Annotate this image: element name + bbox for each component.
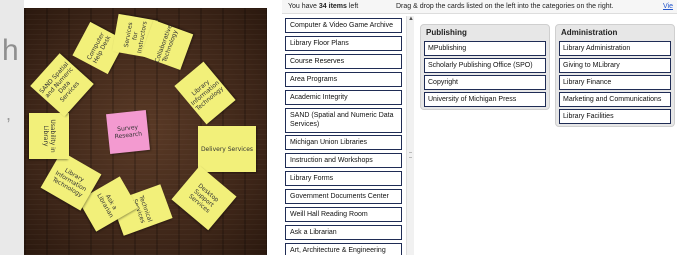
- sorted-card[interactable]: Marketing and Communications: [559, 92, 671, 107]
- edge-letter: h: [2, 34, 19, 67]
- sorted-card[interactable]: Scholarly Publishing Office (SPO): [424, 58, 546, 73]
- category-title: Administration: [561, 28, 618, 37]
- scroll-up-arrow-icon[interactable]: ▲: [408, 16, 414, 22]
- category-administration[interactable]: Administration Library Administration Gi…: [555, 24, 675, 127]
- card-item[interactable]: Academic Integrity: [285, 90, 402, 105]
- scroll-grip-icon[interactable]: [409, 152, 412, 158]
- sticky-note: Desktop Support Services: [171, 165, 237, 231]
- card-item[interactable]: Government Documents Center: [285, 189, 402, 204]
- sorted-card[interactable]: Library Facilities: [559, 109, 671, 124]
- card-item[interactable]: Course Reserves: [285, 54, 402, 69]
- status-bar: You have 34 items left Drag & drop the c…: [282, 0, 677, 14]
- card-sort-app: You have 34 items left Drag & drop the c…: [282, 0, 677, 255]
- sorted-card[interactable]: Library Administration: [559, 41, 671, 56]
- card-item[interactable]: Art, Architecture & Engineering Library: [285, 243, 402, 255]
- edge-comma: ,: [6, 104, 12, 124]
- card-item[interactable]: Michigan Union Libraries: [285, 135, 402, 150]
- category-publishing[interactable]: Publishing MPublishing Scholarly Publish…: [420, 24, 550, 110]
- cards-scrollbar[interactable]: ▲: [406, 16, 414, 255]
- card-item[interactable]: SAND (Spatial and Numeric Data Services): [285, 108, 402, 133]
- sorted-card[interactable]: Library Finance: [559, 75, 671, 90]
- sorted-card[interactable]: MPublishing: [424, 41, 546, 56]
- sticky-note: Usability in Library: [29, 113, 69, 159]
- card-item[interactable]: Library Forms: [285, 171, 402, 186]
- card-item[interactable]: Weill Hall Reading Room: [285, 207, 402, 222]
- sticky-note: Delivery Services: [198, 126, 256, 172]
- instructions-text: Drag & drop the cards listed on the left…: [396, 3, 614, 10]
- card-item[interactable]: Instruction and Workshops: [285, 153, 402, 168]
- items-left-text: You have 34 items left: [288, 3, 359, 10]
- card-item[interactable]: Area Programs: [285, 72, 402, 87]
- card-item[interactable]: Ask a Librarian: [285, 225, 402, 240]
- view-link[interactable]: Vie: [663, 3, 673, 10]
- card-item[interactable]: Library Floor Plans: [285, 36, 402, 51]
- sorted-card[interactable]: Giving to MLibrary: [559, 58, 671, 73]
- sorted-card[interactable]: Copyright: [424, 75, 546, 90]
- sticky-note-pink: Survey Research: [106, 110, 150, 154]
- sorted-card[interactable]: University of Michigan Press: [424, 92, 546, 107]
- screenshot-root: h , Computer Help Desk Services for Inst…: [0, 0, 677, 255]
- unsorted-cards-list: Computer & Video Game Archive Library Fl…: [282, 16, 404, 255]
- sticky-note: SAND Spatial and Numeric Data Services: [30, 53, 94, 117]
- left-edge-panel: h ,: [0, 0, 24, 255]
- category-title: Publishing: [426, 28, 467, 37]
- sticky-note: Library Information Technology: [174, 61, 236, 125]
- card-item[interactable]: Computer & Video Game Archive: [285, 18, 402, 33]
- card-sort-photo: Computer Help Desk Services for Instruct…: [24, 8, 267, 255]
- items-left-count: 34 items: [318, 3, 347, 10]
